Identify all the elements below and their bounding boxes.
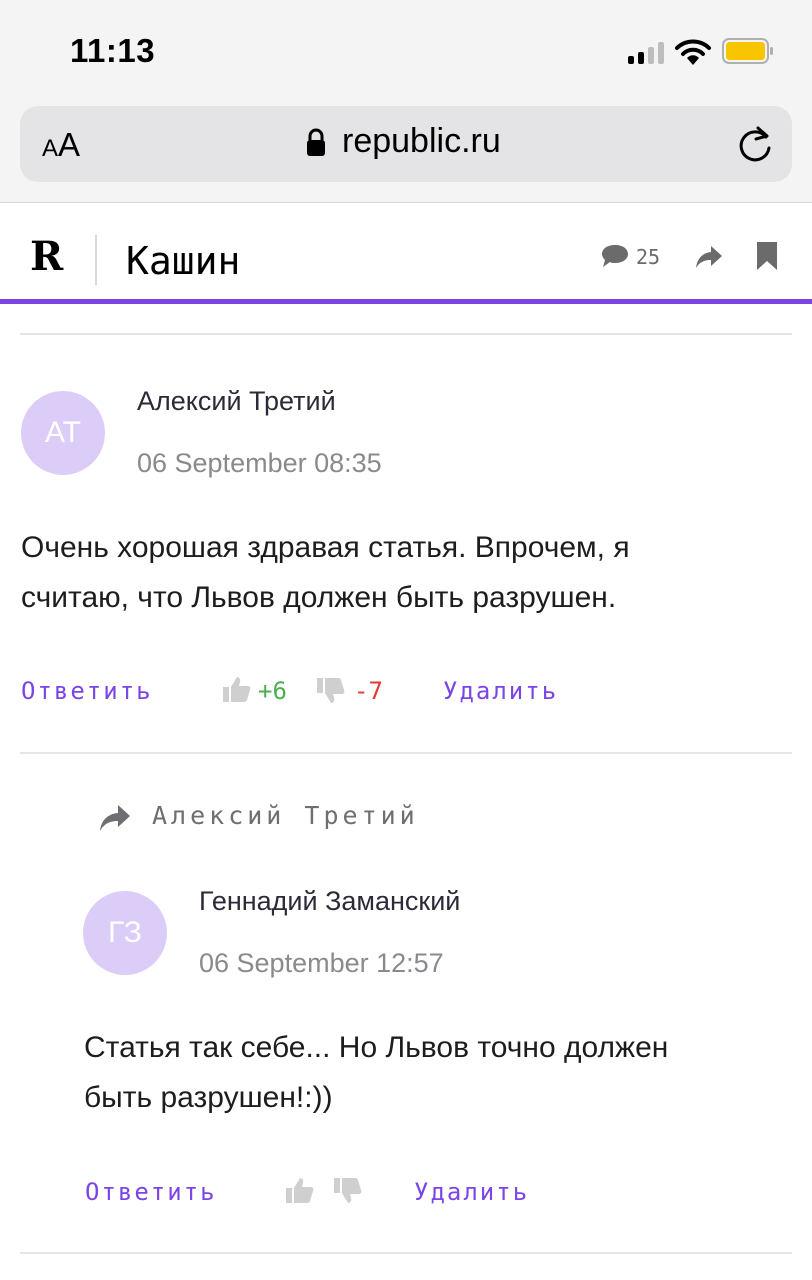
divider <box>20 333 792 335</box>
site-logo[interactable]: R <box>30 233 63 280</box>
reply-to-author[interactable]: Алексий Третий <box>152 801 419 830</box>
battery-icon <box>722 38 773 64</box>
dislikes-count: -7 <box>354 677 383 705</box>
status-time: 11:13 <box>70 32 156 69</box>
comment-bubble-icon[interactable] <box>600 243 630 269</box>
comment-date: 06 September 08:35 <box>137 448 382 478</box>
reply-button[interactable]: Ответить <box>85 1178 217 1206</box>
comment-body-line: быть разрушен!:)) <box>84 1081 333 1114</box>
comments-count[interactable]: 25 <box>636 245 660 269</box>
thumbs-up-icon[interactable] <box>285 1175 315 1205</box>
thumbs-down-icon[interactable] <box>333 1176 363 1206</box>
comment-body-line: Статья так себе... Но Львов точно должен <box>84 1031 669 1064</box>
reload-icon[interactable] <box>736 124 774 164</box>
url-text[interactable]: republic.ru <box>342 122 501 161</box>
article-title: Кашин <box>126 239 241 283</box>
reply-button[interactable]: Ответить <box>21 677 153 705</box>
share-icon[interactable] <box>694 243 724 271</box>
lock-icon <box>307 128 325 156</box>
comment-body-line: считаю, что Львов должен быть разрушен. <box>21 581 617 614</box>
header-divider <box>95 235 97 285</box>
reply-arrow-icon <box>100 805 130 831</box>
divider <box>20 1252 792 1254</box>
wifi-icon <box>675 39 711 65</box>
thumbs-up-icon[interactable] <box>222 674 252 704</box>
status-bar: 11:13 <box>0 0 812 96</box>
delete-button[interactable]: Удалить <box>414 1178 529 1206</box>
comment-author: Алексий Третий <box>137 386 336 416</box>
comment-author: Геннадий Заманский <box>199 886 461 916</box>
delete-button[interactable]: Удалить <box>443 677 558 705</box>
browser-toolbar: AA republic.ru <box>0 96 812 203</box>
thumbs-down-icon[interactable] <box>316 676 346 706</box>
likes-count: +6 <box>258 677 287 705</box>
bookmark-icon[interactable] <box>756 241 778 271</box>
avatar: ГЗ <box>83 891 167 975</box>
avatar: АТ <box>21 391 105 475</box>
site-header: R Кашин 25 <box>0 203 812 304</box>
address-bar[interactable]: AA republic.ru <box>20 106 792 182</box>
comment-date: 06 September 12:57 <box>199 948 444 978</box>
text-size-button[interactable]: AA <box>42 126 80 164</box>
comment-body-line: Очень хорошая здравая статья. Впрочем, я <box>21 531 630 564</box>
cellular-signal-icon <box>628 42 664 64</box>
divider <box>20 752 792 754</box>
